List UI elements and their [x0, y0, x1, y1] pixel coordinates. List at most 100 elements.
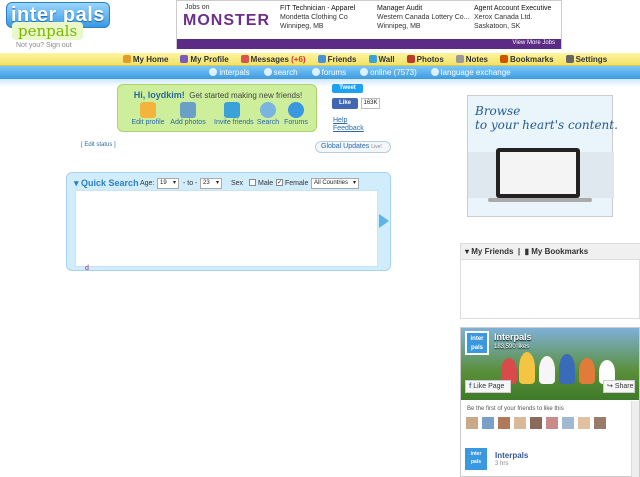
fb-page-likes: 183,590 likes — [494, 344, 530, 350]
jobs-ad-banner[interactable]: Jobs on MONSTER FIT Technician - Apparel… — [176, 0, 562, 49]
sex-label: Sex — [231, 180, 244, 187]
fan-avatar[interactable] — [593, 416, 607, 430]
nav-shadow — [0, 79, 640, 87]
edit-profile-icon — [140, 102, 156, 118]
forums-button[interactable]: Forums — [278, 102, 314, 126]
nav-settings[interactable]: Settings — [565, 53, 607, 65]
subnav-language-exchange[interactable]: language exchange — [430, 66, 511, 79]
subnav-interpals[interactable]: interpals — [209, 66, 250, 79]
job-listing[interactable]: FIT Technician - Apparel Mondetta Clothi… — [280, 4, 355, 31]
subnav-forums[interactable]: forums — [311, 66, 346, 79]
chevron-down-icon: ▾ — [172, 180, 176, 186]
nav-bookmarks[interactable]: Bookmarks — [500, 53, 554, 65]
welcome-box: Hi, loydkim! Get started making new frie… — [117, 84, 317, 132]
friends-box-header: ▾ My Friends | ▮ My Bookmarks — [461, 244, 640, 260]
monster-logo[interactable]: MONSTER — [183, 12, 270, 30]
profile-icon — [180, 55, 189, 63]
help-link[interactable]: Help — [333, 117, 347, 124]
subnav-search[interactable]: search — [263, 66, 298, 79]
quick-search-title[interactable]: ▾ Quick Search — [74, 178, 139, 189]
fb-page-name[interactable]: Interpals — [494, 332, 532, 342]
fb-post-author[interactable]: Interpals — [495, 451, 528, 460]
banner-subheadline: to your heart's content. — [475, 118, 618, 132]
nav-my-profile[interactable]: My Profile — [180, 53, 229, 65]
fan-avatar[interactable] — [545, 416, 559, 430]
logo-area[interactable]: inter pals penpals Not you? Sign out — [0, 0, 176, 52]
edit-profile-button[interactable]: Edit profile — [130, 102, 166, 126]
job-title[interactable]: FIT Technician - Apparel — [280, 4, 355, 13]
male-checkbox[interactable] — [249, 179, 256, 186]
nav-photos[interactable]: Photos — [406, 53, 444, 65]
interpals-icon — [209, 68, 218, 76]
invite-friends-button[interactable]: Invite friends — [214, 102, 254, 126]
global-updates-label: Global Updates — [321, 143, 370, 150]
forums-icon — [311, 68, 320, 76]
nav-wall[interactable]: Wall — [368, 53, 395, 65]
female-label: Female — [285, 180, 309, 187]
sign-out-link[interactable]: Not you? Sign out — [16, 42, 72, 49]
female-checkbox[interactable]: ✓ — [276, 179, 283, 186]
age-to-select[interactable]: 23 ▾ — [200, 178, 222, 189]
tab-my-friends[interactable]: My Friends — [471, 247, 513, 256]
job-title[interactable]: Manager Audit — [377, 4, 469, 13]
fan-avatar[interactable] — [465, 416, 479, 430]
to-label: - to - — [183, 180, 198, 187]
job-title[interactable]: Agent Account Executive — [474, 4, 551, 13]
job-listing[interactable]: Agent Account Executive Xerox Canada Ltd… — [474, 4, 551, 31]
facebook-page-widget: inter pals Interpals 183,590 likes f Lik… — [460, 327, 640, 477]
nav-friends[interactable]: Friends — [317, 53, 357, 65]
person-figure — [539, 356, 555, 384]
feedback-link[interactable]: Feedback — [333, 125, 364, 132]
global-updates-button[interactable]: Global Updates Live! — [315, 141, 391, 153]
fan-avatar[interactable] — [577, 416, 591, 430]
next-arrow-icon[interactable] — [379, 214, 389, 228]
job-company: Mondetta Clothing Co — [280, 14, 348, 21]
nav-my-home[interactable]: My Home — [122, 53, 168, 65]
edit-status-link[interactable]: [ Edit status ] — [81, 142, 116, 148]
age-from-select[interactable]: 19 ▾ — [157, 178, 179, 189]
wall-icon — [368, 55, 377, 63]
gear-icon — [565, 55, 574, 63]
interpals-fb-logo[interactable]: inter pals — [465, 331, 489, 355]
like-count: 163K — [361, 98, 380, 109]
page: inter pals penpals Not you? Sign out Job… — [0, 0, 640, 477]
flag-icon — [430, 68, 439, 76]
fb-post-time[interactable]: 3 hrs — [495, 461, 508, 467]
fb-cover-photo[interactable]: inter pals Interpals 183,590 likes f Lik… — [461, 328, 639, 400]
fan-avatar[interactable] — [561, 416, 575, 430]
fan-avatar[interactable] — [513, 416, 527, 430]
chevron-down-icon: ▾ — [74, 178, 82, 188]
person-figure — [519, 352, 535, 384]
add-photos-button[interactable]: Add photos — [170, 102, 206, 126]
chevron-down-icon: ▾ — [352, 180, 356, 186]
ad-banner[interactable]: Browse to your heart's content. — [467, 95, 618, 217]
subnav-online[interactable]: online (7573) — [360, 66, 417, 79]
nav-notes[interactable]: Notes — [455, 53, 488, 65]
fb-scrollbar[interactable] — [631, 401, 639, 477]
nav-messages[interactable]: Messages (+6) — [240, 53, 306, 65]
main-nav: My Home My Profile Messages (+6) Friends… — [0, 53, 640, 66]
sub-nav: interpals search forums online (7573) la… — [0, 66, 640, 79]
view-more-jobs-link[interactable]: View More Jobs — [512, 40, 555, 46]
tab-my-bookmarks[interactable]: My Bookmarks — [531, 247, 588, 256]
fan-avatar[interactable] — [529, 416, 543, 430]
fan-avatar[interactable] — [481, 416, 495, 430]
fb-share-button[interactable]: ↪ Share — [603, 380, 635, 393]
logo-penpals[interactable]: penpals — [12, 22, 84, 40]
result-text: d — [85, 265, 89, 272]
fan-avatar[interactable] — [497, 416, 511, 430]
fb-post-avatar[interactable]: inter pals — [465, 448, 487, 470]
laptop-image — [496, 148, 580, 198]
facebook-like-button[interactable]: Like — [332, 98, 358, 109]
fb-like-page-button[interactable]: f Like Page — [465, 380, 511, 393]
job-location: Saskatoon, SK — [474, 23, 521, 30]
messages-count: (+6) — [291, 55, 306, 64]
banner-headline: Browse — [475, 104, 521, 118]
jobs-on-label: Jobs on — [185, 4, 210, 11]
greeting: Hi, loydkim! — [133, 90, 185, 100]
tagline: Get started making new friends! — [189, 91, 303, 100]
country-select[interactable]: All Countries ▾ — [311, 178, 359, 189]
laptop-screen — [500, 152, 576, 194]
tweet-button[interactable]: Tweet — [332, 84, 363, 93]
job-listing[interactable]: Manager Audit Western Canada Lottery Co.… — [377, 4, 469, 31]
